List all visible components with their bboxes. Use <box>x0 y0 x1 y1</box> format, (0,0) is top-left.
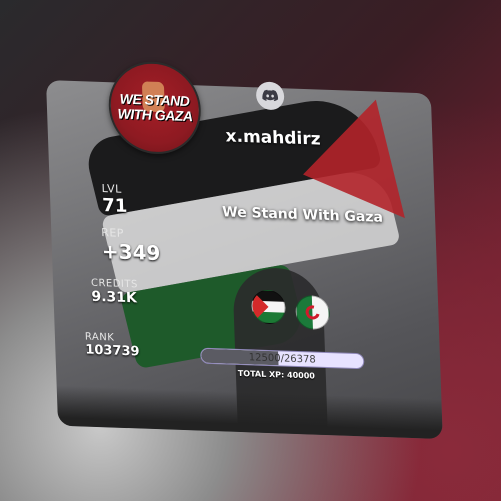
stat-rep: REP +349 <box>101 226 161 265</box>
crescent-icon <box>302 302 323 322</box>
stat-rank: RANK 103739 <box>85 332 140 360</box>
xp-next: 26378 <box>283 352 316 366</box>
stat-level-label: LVL <box>101 182 122 196</box>
discord-logo-icon <box>262 89 279 102</box>
profile-card: WE STAND WITH GAZA x.mahdirz LVL 71 REP … <box>46 60 443 440</box>
stat-level: LVL 71 <box>101 182 127 217</box>
stat-rank-value: 103739 <box>85 342 140 360</box>
stat-credits: CREDITS 9.31K <box>91 278 139 307</box>
avatar-text-line2: WITH GAZA <box>117 105 193 125</box>
username: x.mahdirz <box>225 126 321 150</box>
crowd-silhouette <box>56 385 443 440</box>
stat-credits-value: 9.31K <box>91 288 138 307</box>
xp-current: 12500 <box>248 351 281 364</box>
stat-rep-value: +349 <box>101 239 161 266</box>
stat-level-value: 71 <box>101 195 128 217</box>
